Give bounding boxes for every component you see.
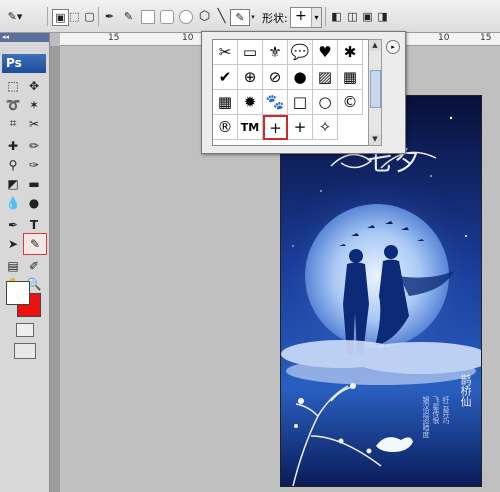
ellipse-tool-icon[interactable] [179,10,193,24]
paths-mode-icon[interactable]: ⬚ [67,9,82,24]
scroll-up-icon[interactable]: ▲ [369,40,381,51]
shape-paw-print-icon[interactable]: 🐾 [263,90,288,115]
current-shape-icon: + [295,8,307,24]
shape-starburst-icon[interactable]: ✹ [238,90,263,115]
custom-shape-picker-popup: ✂ ▭ ⚜ 💬 ♥ ✱ ✔ ⊕ ⊘ ● ▨ ▦ ▦ ✹ 🐾 □ ○ © ® TM + + ✧ ▲ ▼ ▸ [201,31,406,154]
shape-checkmark-icon[interactable]: ✔ [213,65,238,90]
shape-blank-page-icon[interactable]: ▭ [238,40,263,65]
shape-thin-star-icon[interactable]: + [263,115,288,140]
shape-diagonal-lines-icon[interactable]: ▨ [313,65,338,90]
geometry-options-arrow-icon[interactable]: ▾ [249,9,257,24]
custom-shape-tool-icon[interactable]: ✎ [23,233,47,255]
shape-puzzle-splat-icon[interactable]: ✱ [338,40,363,65]
scroll-thumb[interactable] [370,70,381,108]
crop-tool-icon[interactable]: ⌗ [3,115,23,132]
tools-panel: ◂◂ Ps ⬚ ✥ ➰ ✶ ⌗ ✂ ✚ ✏ ⚲ ✑ ◩ ▬ 💧 ● ✒ T ➤ … [0,33,50,492]
clone-stamp-tool-icon[interactable]: ⚲ [3,156,23,173]
polygon-tool-icon[interactable]: ⬡ [197,9,212,24]
shape-four-point-star-icon[interactable]: ✧ [313,115,338,140]
poem-line: 纤云弄巧 [442,396,450,424]
screen-mode-icon[interactable] [14,343,36,359]
shape-no-sign-icon[interactable]: ⊘ [263,65,288,90]
ruler-tick: 15 [108,33,120,43]
hand-tool-icon[interactable] [3,261,23,278]
eyedropper-tool-icon[interactable]: ✐ [24,257,44,274]
slice-tool-icon[interactable]: ✂ [24,115,44,132]
options-separator [325,7,326,26]
options-separator [98,7,99,26]
shape-checkerboard-icon[interactable]: ▦ [338,65,363,90]
rounded-rectangle-tool-icon[interactable] [160,10,174,24]
photoshop-logo: Ps [2,54,46,73]
path-selection-tool-icon[interactable]: ➤ [3,235,23,252]
shape-talk-bubble-icon[interactable]: ● [288,65,313,90]
subtract-shape-area-icon[interactable]: ▣ [360,9,375,24]
foreground-color-swatch[interactable] [6,281,30,305]
healing-brush-tool-icon[interactable]: ✚ [3,137,23,154]
pen-tool-icon[interactable]: ✒ [3,216,23,233]
shape-copyright-icon[interactable]: © [338,90,363,115]
ruler-tick: 10 [182,33,194,43]
poem-line: 飞星传恨 [432,396,440,424]
marquee-tool-icon[interactable]: ⬚ [3,77,23,94]
shape-scissors-icon[interactable]: ✂ [213,40,238,65]
type-tool-icon[interactable]: T [24,216,44,233]
move-tool-icon[interactable]: ✥ [24,77,44,94]
poem-line: 银汉迢迢暗度 [422,396,430,438]
rectangle-tool-icon[interactable] [141,10,155,24]
shape-sparkle-star-icon[interactable]: + [288,115,313,140]
shape-speech-bubble-icon[interactable]: 💬 [288,40,313,65]
shape-grid-scrollbar[interactable]: ▲ ▼ [368,39,382,146]
shape-trademark-icon[interactable]: TM [238,115,263,140]
shape-fleur-de-lis-icon[interactable]: ⚜ [263,40,288,65]
gradient-tool-icon[interactable]: ▬ [24,175,44,192]
scroll-down-icon[interactable]: ▼ [369,134,381,145]
quick-mask-icon[interactable] [16,323,34,337]
options-bar: ✎▾ ▣ ⬚ ▢ ✒ ✎ ⬡ ╲ ✎ ▾ 形状: + ▾ ◧ ◫ ▣ ◨ [0,0,500,33]
dodge-tool-icon[interactable]: ● [24,194,44,211]
shape-grid: ✂ ▭ ⚜ 💬 ♥ ✱ ✔ ⊕ ⊘ ● ▨ ▦ ▦ ✹ 🐾 □ ○ © ® TM + + ✧ [212,39,369,146]
add-to-shape-area-icon[interactable]: ◫ [345,9,360,24]
shape-picker[interactable]: + ▾ [290,7,322,28]
shape-label: 形状: [262,12,288,25]
canvas-edge [50,46,60,492]
fill-pixels-mode-icon[interactable]: ▢ [82,9,97,24]
popup-menu-icon[interactable]: ▸ [386,40,400,54]
ruler-tick: 15 [480,33,492,43]
options-separator [47,7,48,26]
magic-wand-tool-icon[interactable]: ✶ [24,96,44,113]
ruler-tick: 10 [438,33,450,43]
shape-grid-icon[interactable]: ▦ [213,90,238,115]
brush-tool-icon[interactable]: ✏ [24,137,44,154]
custom-shape-tool-preset-icon[interactable]: ✎▾ [4,9,26,24]
custom-shape-tool-icon[interactable]: ✎ [230,9,250,26]
poem-title: 鹊桥仙 [459,374,472,407]
intersect-shape-area-icon[interactable]: ◨ [375,9,390,24]
eraser-tool-icon[interactable]: ◩ [3,175,23,192]
create-new-shape-area-icon[interactable]: ◧ [329,9,344,24]
shape-square-frame-icon[interactable]: □ [288,90,313,115]
history-brush-tool-icon[interactable]: ✑ [24,156,44,173]
pen-tool-icon[interactable]: ✒ [102,9,117,24]
shape-circle-frame-icon[interactable]: ○ [313,90,338,115]
chevron-down-icon[interactable]: ▾ [311,8,321,27]
shape-heart-icon[interactable]: ♥ [313,40,338,65]
blur-tool-icon[interactable]: 💧 [3,194,23,211]
lasso-tool-icon[interactable]: ➰ [3,96,23,113]
line-tool-icon[interactable]: ╲ [214,9,229,24]
shape-registered-icon[interactable]: ® [213,115,238,140]
freeform-pen-icon[interactable]: ✎ [121,9,136,24]
tools-panel-grip[interactable]: ◂◂ [0,33,49,42]
shape-target-icon[interactable]: ⊕ [238,65,263,90]
